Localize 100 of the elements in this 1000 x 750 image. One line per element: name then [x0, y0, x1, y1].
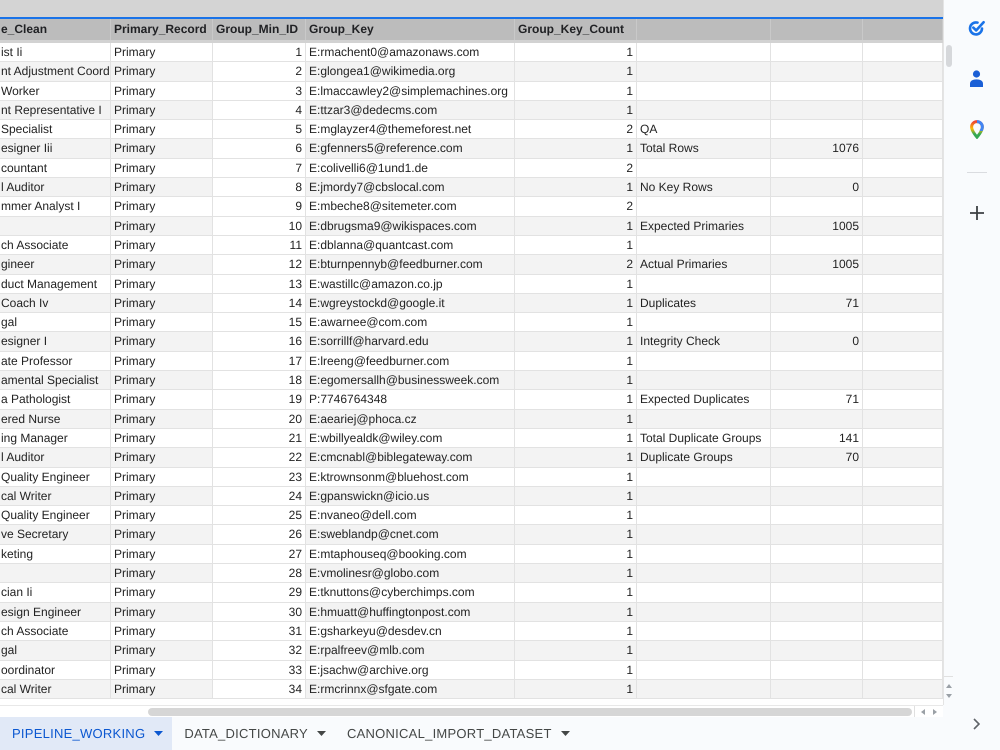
sheet-tab[interactable]: PIPELINE_WORKING	[0, 717, 172, 750]
table-cell: 1	[515, 62, 637, 81]
column-header: Group_Min_ID	[213, 19, 306, 40]
table-cell: 8	[213, 178, 306, 196]
table-cell: E:egomersallh@businessweek.com	[306, 371, 515, 390]
table-cell: ing Manager	[0, 428, 111, 448]
table-cell: 1	[515, 428, 637, 448]
table-cell: E:lmaccawley2@simplemachines.org	[306, 82, 515, 100]
table-cell: gal	[0, 641, 111, 660]
table-cell: 2	[515, 120, 637, 138]
table-cell: 2	[515, 255, 637, 274]
table-cell: E:jmordy7@cbslocal.com	[306, 178, 515, 196]
table-cell: 24	[213, 486, 306, 506]
table-cell: E:lreeng@feedburner.com	[306, 352, 515, 370]
table-cell: cal Writer	[0, 680, 111, 698]
map-pin-icon[interactable]	[970, 120, 984, 139]
table-cell: 1	[515, 216, 637, 235]
table-cell: E:rpalfreev@mlb.com	[306, 641, 515, 660]
chevron-right-icon[interactable]	[973, 718, 980, 730]
scroll-right-icon[interactable]	[933, 708, 937, 714]
scroll-up-icon[interactable]	[946, 684, 952, 688]
table-cell: E:rmachent0@amazonaws.com	[306, 43, 515, 62]
table-cell: 1	[515, 294, 637, 312]
table-cell: E:colivelli6@1und1.de	[306, 158, 515, 178]
table-cell: E:ktrownsonm@bluehost.com	[306, 468, 515, 486]
table-cell: E:jsachw@archive.org	[306, 660, 515, 679]
person-icon[interactable]	[970, 70, 983, 87]
table-cell: E:dbrugsma9@wikispaces.com	[306, 216, 515, 235]
table-cell: 1	[515, 506, 637, 524]
horizontal-scrollbar[interactable]	[0, 705, 943, 717]
table-cell: E:dblanna@quantcast.com	[306, 236, 515, 254]
table-cell: E:mtaphouseq@booking.com	[306, 544, 515, 564]
table-cell: l Auditor	[0, 178, 111, 196]
check-circle-icon[interactable]	[968, 19, 985, 36]
table-cell: 1	[515, 660, 637, 679]
table-cell: 1	[515, 390, 637, 409]
scroll-down-icon[interactable]	[946, 694, 952, 698]
sheet-tab[interactable]: DATA_DICTIONARY	[172, 717, 335, 750]
table-cell: E:wastillc@amazon.co.jp	[306, 274, 515, 293]
table-cell: No Key Rows	[637, 178, 771, 196]
table-cell: QA	[637, 120, 771, 138]
table-cell: 1	[515, 622, 637, 640]
table-cell: Coach Iv	[0, 294, 111, 312]
table-cell: cal Writer	[0, 486, 111, 506]
sheet-tab[interactable]: CANONICAL_IMPORT_DATASET	[334, 717, 579, 750]
table-cell: esign Engineer	[0, 602, 111, 621]
table-cell: duct Management	[0, 274, 111, 293]
table-cell: 1	[515, 274, 637, 293]
table-cell: ered Nurse	[0, 410, 111, 428]
table-cell: E:gpanswickn@icio.us	[306, 486, 515, 506]
table-cell: 1005	[771, 216, 863, 235]
table-cell: 1	[515, 486, 637, 506]
table-cell: 1076	[771, 139, 863, 158]
table-cell: 1	[515, 371, 637, 390]
scrollbar-thumb[interactable]	[148, 708, 912, 716]
table-cell: cian Ii	[0, 583, 111, 602]
table-cell: gal	[0, 313, 111, 332]
table-cell: 1	[515, 448, 637, 467]
table-cell: 71	[771, 390, 863, 409]
caret-icon[interactable]	[560, 731, 570, 736]
table-cell: oordinator	[0, 660, 111, 679]
table-cell: E:mbeche8@sitemeter.com	[306, 197, 515, 216]
table-cell: gineer	[0, 255, 111, 274]
table-cell: 1	[515, 82, 637, 100]
table-cell: ate Professor	[0, 352, 111, 370]
table-cell: 141	[771, 428, 863, 448]
table-cell: Duplicates	[637, 294, 771, 312]
table-cell: 1	[515, 564, 637, 582]
table-cell: E:vmolinesr@globo.com	[306, 564, 515, 582]
table-cell: nt Representative I	[0, 100, 111, 120]
table-cell: 12	[213, 255, 306, 274]
table-cell: 30	[213, 602, 306, 621]
table-cell: Integrity Check	[637, 332, 771, 351]
table-cell: 34	[213, 680, 306, 698]
table-cell: 1	[515, 544, 637, 564]
table-cell: ch Associate	[0, 622, 111, 640]
table-cell: 2	[213, 62, 306, 81]
table-cell: 4	[213, 100, 306, 120]
table-cell: 6	[213, 139, 306, 158]
table-cell: 28	[213, 564, 306, 582]
table-cell: 1	[515, 332, 637, 351]
table-cell: 1	[515, 525, 637, 544]
table-cell: E:aeariej@phoca.cz	[306, 410, 515, 428]
table-cell: E:glongea1@wikimedia.org	[306, 62, 515, 81]
caret-icon[interactable]	[316, 731, 326, 736]
table-cell: 1	[515, 100, 637, 120]
plus-icon[interactable]	[970, 206, 984, 220]
table-cell: 22	[213, 448, 306, 467]
scroll-left-icon[interactable]	[921, 708, 925, 714]
table-cell: 2	[515, 158, 637, 178]
table-cell: P:7746764348	[306, 390, 515, 409]
caret-icon[interactable]	[154, 731, 164, 736]
scrollbar-thumb[interactable]	[946, 45, 952, 67]
table-cell: Quality Engineer	[0, 506, 111, 524]
table-cell: E:cmcnabl@biblegateway.com	[306, 448, 515, 467]
table-cell: Specialist	[0, 120, 111, 138]
table-cell: Quality Engineer	[0, 468, 111, 486]
table-cell: 1	[515, 468, 637, 486]
table-cell: Actual Primaries	[637, 255, 771, 274]
table-cell: nt Adjustment Coord	[0, 62, 111, 81]
